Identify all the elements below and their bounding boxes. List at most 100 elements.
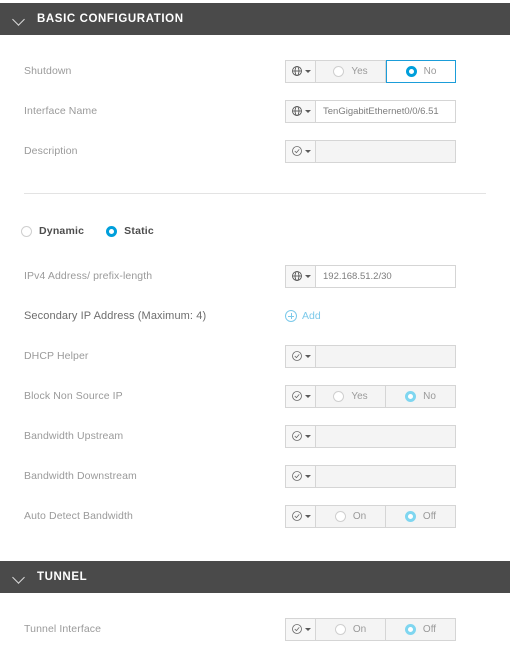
field-label-bandwidth-upstream: Bandwidth Upstream <box>24 430 124 442</box>
field-row-interface-name: Interface Name TenGigabitEthernet0/0/6.5… <box>0 91 510 131</box>
input-bandwidth-downstream[interactable] <box>316 464 456 488</box>
control-dhcp-helper <box>285 344 456 368</box>
chevron-down-icon <box>304 150 311 153</box>
field-row-tunnel-interface: Tunnel Interface On Off <box>0 609 510 649</box>
chevron-down-icon <box>304 435 311 438</box>
scope-selector-block-non-source-ip[interactable] <box>285 384 316 408</box>
field-row-auto-detect-bandwidth: Auto Detect Bandwidth On Off <box>0 496 510 536</box>
chevron-down-icon <box>304 110 311 113</box>
input-dhcp-helper[interactable] <box>316 344 456 368</box>
radio-selected-icon <box>106 225 118 237</box>
check-circle-icon <box>291 431 302 441</box>
field-label-shutdown: Shutdown <box>24 65 72 77</box>
field-label-secondary-ip-address: Secondary IP Address (Maximum: 4) <box>24 310 207 322</box>
option-label: Yes <box>351 65 368 77</box>
option-label: No <box>423 65 437 77</box>
control-auto-detect-bandwidth: On Off <box>285 504 456 528</box>
control-description <box>285 139 456 163</box>
chevron-down-icon <box>304 628 311 631</box>
control-block-non-source-ip: Yes No <box>285 384 456 408</box>
radio-selected-icon <box>404 510 416 522</box>
globe-icon <box>291 106 302 116</box>
control-tunnel-interface: On Off <box>285 617 456 641</box>
scope-selector-tunnel-interface[interactable] <box>285 617 316 641</box>
plus-circle-icon <box>285 310 297 322</box>
radio-selected-icon <box>404 623 416 635</box>
option-label: No <box>423 390 436 402</box>
check-circle-icon <box>291 471 302 481</box>
basic-configuration-body: Shutdown Yes No Interface Name TenGigabi… <box>0 35 510 558</box>
radio-selected-icon <box>405 65 417 77</box>
radio-option-static[interactable]: Static <box>106 225 154 237</box>
radio-unselected-icon <box>21 225 32 237</box>
option-block-non-source-ip-yes[interactable]: Yes <box>316 384 386 408</box>
scope-selector-bandwidth-downstream[interactable] <box>285 464 316 488</box>
field-label-bandwidth-downstream: Bandwidth Downstream <box>24 470 137 482</box>
check-circle-icon <box>291 511 302 521</box>
field-row-shutdown: Shutdown Yes No <box>0 51 510 91</box>
option-label: On <box>352 510 367 522</box>
section-header-tunnel[interactable]: TUNNEL <box>0 561 510 593</box>
control-interface-name: TenGigabitEthernet0/0/6.51 <box>285 99 456 123</box>
segmented-auto-detect-bandwidth: On Off <box>316 504 456 528</box>
field-label-auto-detect-bandwidth: Auto Detect Bandwidth <box>24 510 133 522</box>
input-interface-name[interactable]: TenGigabitEthernet0/0/6.51 <box>316 99 456 123</box>
control-ipv4-address: 192.168.51.2/30 <box>285 264 456 288</box>
section-title: BASIC CONFIGURATION <box>37 13 184 25</box>
chevron-down-icon <box>304 70 311 73</box>
chevron-down-icon <box>304 475 311 478</box>
input-bandwidth-upstream[interactable] <box>316 424 456 448</box>
scope-selector-bandwidth-upstream[interactable] <box>285 424 316 448</box>
radio-option-dynamic[interactable]: Dynamic <box>21 225 84 237</box>
scope-selector-auto-detect-bandwidth[interactable] <box>285 504 316 528</box>
option-auto-detect-bandwidth-on[interactable]: On <box>316 504 386 528</box>
scope-selector-dhcp-helper[interactable] <box>285 344 316 368</box>
option-auto-detect-bandwidth-off[interactable]: Off <box>386 504 456 528</box>
add-secondary-ip-button[interactable]: Add <box>285 310 321 322</box>
scope-selector-description[interactable] <box>285 139 316 163</box>
control-bandwidth-upstream <box>285 424 456 448</box>
segmented-shutdown: Yes No <box>316 59 456 83</box>
field-row-bandwidth-downstream: Bandwidth Downstream <box>0 456 510 496</box>
radio-label-static: Static <box>124 225 154 237</box>
chevron-down-icon <box>304 395 311 398</box>
field-row-bandwidth-upstream: Bandwidth Upstream <box>0 416 510 456</box>
radio-selected-icon <box>405 390 417 402</box>
section-header-basic-configuration[interactable]: BASIC CONFIGURATION <box>0 3 510 35</box>
scope-selector-shutdown[interactable] <box>285 59 316 83</box>
chevron-down-icon <box>304 275 311 278</box>
input-description[interactable] <box>316 139 456 163</box>
field-row-ipv4-address: IPv4 Address/ prefix-length 192.168.51.2… <box>0 256 510 296</box>
option-shutdown-no[interactable]: No <box>386 59 456 83</box>
chevron-down-icon[interactable] <box>13 13 26 26</box>
chevron-down-icon[interactable] <box>13 571 26 584</box>
control-bandwidth-downstream <box>285 464 456 488</box>
radio-unselected-icon <box>333 390 345 402</box>
scope-selector-interface-name[interactable] <box>285 99 316 123</box>
check-circle-icon <box>291 146 302 156</box>
tunnel-body: Tunnel Interface On Off <box>0 593 510 659</box>
chevron-down-icon <box>304 355 311 358</box>
interface-configuration-panel: BASIC CONFIGURATION Shutdown Yes No Inte… <box>0 3 510 659</box>
option-label: Off <box>422 510 437 522</box>
field-label-ipv4-address: IPv4 Address/ prefix-length <box>24 270 153 282</box>
field-label-block-non-source-ip: Block Non Source IP <box>24 390 123 402</box>
radio-unselected-icon <box>334 510 346 522</box>
check-circle-icon <box>291 351 302 361</box>
scope-selector-ipv4-address[interactable] <box>285 264 316 288</box>
option-block-non-source-ip-no[interactable]: No <box>386 384 456 408</box>
globe-icon <box>291 271 302 281</box>
control-shutdown: Yes No <box>285 59 456 83</box>
field-row-secondary-ip-address: Secondary IP Address (Maximum: 4) Add <box>0 296 510 336</box>
field-row-block-non-source-ip: Block Non Source IP Yes No <box>0 376 510 416</box>
check-circle-icon <box>291 624 302 634</box>
input-ipv4-address[interactable]: 192.168.51.2/30 <box>316 264 456 288</box>
field-row-dhcp-helper: DHCP Helper <box>0 336 510 376</box>
chevron-down-icon <box>304 515 311 518</box>
radio-unselected-icon <box>334 623 346 635</box>
option-tunnel-interface-off[interactable]: Off <box>386 617 456 641</box>
radio-label-dynamic: Dynamic <box>39 225 85 237</box>
add-label: Add <box>302 310 321 322</box>
option-shutdown-yes[interactable]: Yes <box>316 59 386 83</box>
option-tunnel-interface-on[interactable]: On <box>316 617 386 641</box>
